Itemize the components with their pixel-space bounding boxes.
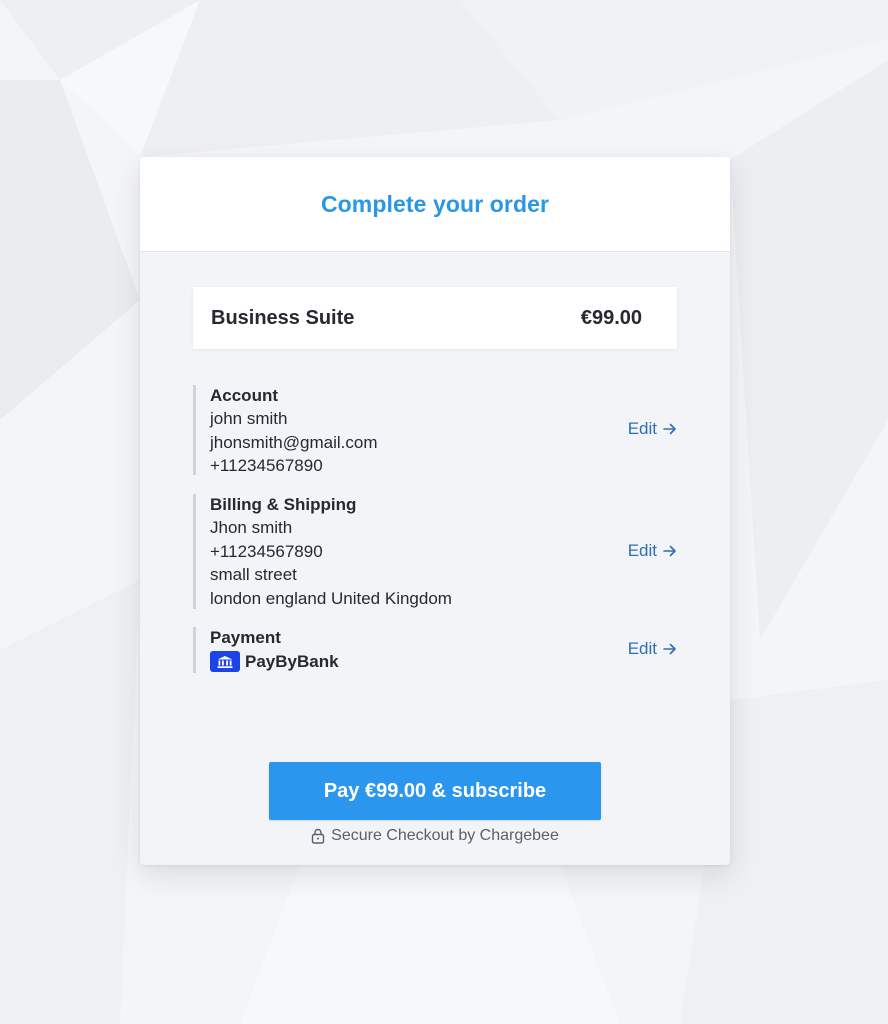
account-name: john smith [210, 409, 288, 428]
lock-icon [311, 828, 325, 844]
plan-price: €99.00 [580, 306, 642, 329]
account-phone: +11234567890 [210, 456, 323, 475]
bank-icon [210, 651, 240, 672]
billing-city-line: london england United Kingdom [210, 588, 452, 608]
edit-account-link[interactable]: Edit [628, 419, 677, 439]
edit-account-label: Edit [627, 419, 657, 438]
card-header: Complete your order [140, 157, 730, 252]
arrow-right-icon [663, 643, 676, 655]
edit-payment-label: Edit [627, 639, 657, 658]
billing-title: Billing & Shipping [210, 495, 357, 514]
payment-title: Payment [210, 628, 281, 647]
pay-subscribe-button[interactable]: Pay €99.00 & subscribe [269, 762, 601, 820]
edit-payment-link[interactable]: Edit [628, 639, 677, 659]
billing-street: small street [210, 565, 297, 584]
arrow-right-icon [663, 545, 676, 557]
checkout-card: Complete your order Business Suite €99.0… [140, 157, 730, 865]
account-email: jhonsmith@gmail.com [210, 432, 378, 452]
payment-section: Payment PayByBank Edit [193, 627, 683, 673]
arrow-right-icon [663, 423, 676, 435]
secure-checkout-note: Secure Checkout by Chargebee [140, 827, 730, 845]
billing-phone: +11234567890 [210, 541, 323, 561]
account-section: Account john smith jhonsmith@gmail.com +… [193, 385, 683, 475]
plan-name: Business Suite [211, 306, 355, 329]
edit-billing-link[interactable]: Edit [628, 541, 677, 561]
page-title: Complete your order [320, 190, 550, 217]
payment-method: PayByBank [210, 651, 683, 672]
payment-method-name: PayByBank [245, 651, 339, 671]
account-title: Account [210, 386, 278, 405]
plan-summary: Business Suite €99.00 [193, 287, 677, 349]
edit-billing-label: Edit [627, 541, 657, 560]
billing-section: Billing & Shipping Jhon smith +112345678… [193, 494, 683, 609]
billing-name: Jhon smith [210, 518, 293, 537]
secure-checkout-text: Secure Checkout by Chargebee [331, 827, 559, 844]
